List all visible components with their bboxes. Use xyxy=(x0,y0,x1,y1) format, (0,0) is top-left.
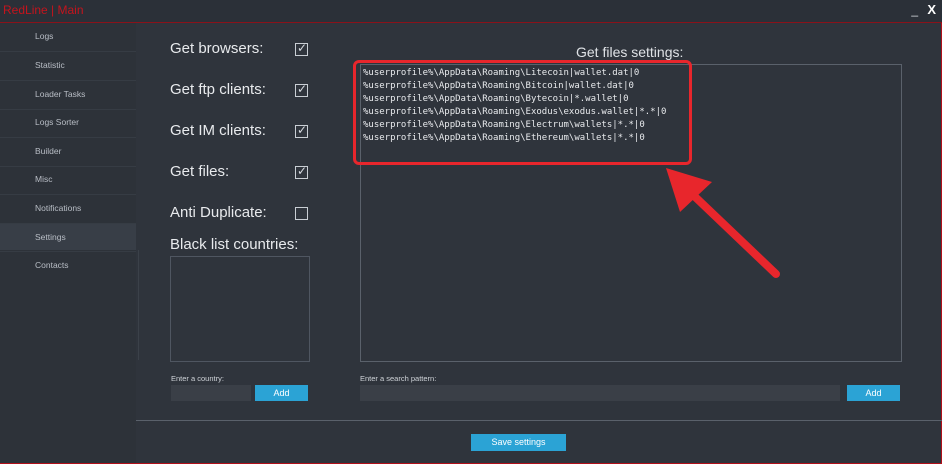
search-pattern-label: Enter a search pattern: xyxy=(360,374,437,383)
save-settings-button[interactable]: Save settings xyxy=(471,434,566,451)
add-pattern-button[interactable]: Add xyxy=(847,385,900,401)
search-pattern-input[interactable] xyxy=(360,385,840,401)
divider xyxy=(136,420,942,421)
